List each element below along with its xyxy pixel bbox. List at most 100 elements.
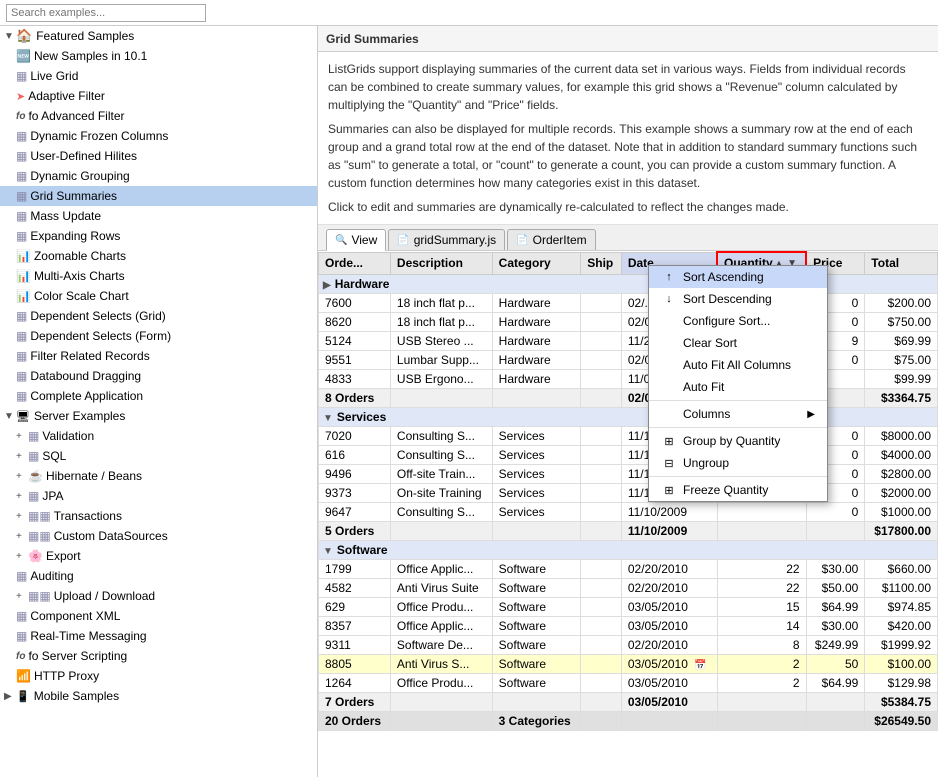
sidebar-item-http-proxy[interactable]: 📶HTTP Proxy <box>0 666 317 686</box>
cell-total[interactable]: $974.85 <box>865 598 938 617</box>
grid-container[interactable]: Orde...DescriptionCategoryShipDateQuanti… <box>318 251 938 777</box>
menu-item-auto-fit-all-columns[interactable]: Auto Fit All Columns <box>649 354 827 376</box>
sidebar-section-featured[interactable]: ▼🏠Featured Samples <box>0 26 317 46</box>
search-input[interactable] <box>6 4 206 22</box>
cell-description[interactable]: Off-site Train... <box>390 465 492 484</box>
menu-item-auto-fit[interactable]: Auto Fit <box>649 376 827 398</box>
sidebar-item-expanding-rows[interactable]: ▦Expanding Rows <box>0 226 317 246</box>
cell-order[interactable]: 9551 <box>319 351 391 370</box>
cell-category[interactable]: Hardware <box>492 370 581 389</box>
cell-total[interactable]: $4000.00 <box>865 446 938 465</box>
cell-date[interactable]: 02/20/2010 <box>621 636 717 655</box>
cell-total[interactable]: $420.00 <box>865 617 938 636</box>
cell-order[interactable]: 629 <box>319 598 391 617</box>
sidebar-item-component-xml[interactable]: ▦Component XML <box>0 606 317 626</box>
sidebar-item-jpa[interactable]: +▦JPA <box>0 486 317 506</box>
sidebar-item-zoomable-charts[interactable]: 📊Zoomable Charts <box>0 246 317 266</box>
sidebar-item-multi-axis-charts[interactable]: 📊Multi-Axis Charts <box>0 266 317 286</box>
menu-item-ungroup[interactable]: ⊟Ungroup <box>649 452 827 474</box>
cell-ship[interactable] <box>581 503 622 522</box>
cell-order[interactable]: 8620 <box>319 313 391 332</box>
cell-ship[interactable] <box>581 427 622 446</box>
cell-total[interactable]: $1999.92 <box>865 636 938 655</box>
cell-total[interactable]: $75.00 <box>865 351 938 370</box>
sidebar-item-real-time-messaging[interactable]: ▦Real-Time Messaging <box>0 626 317 646</box>
menu-item-freeze-quantity[interactable]: ⊞Freeze Quantity <box>649 479 827 501</box>
sidebar-item-fo-server-scripting[interactable]: fofo Server Scripting <box>0 646 317 666</box>
sidebar-item-adaptive-filter[interactable]: ➤Adaptive Filter <box>0 86 317 106</box>
cell-ship[interactable] <box>581 636 622 655</box>
cell-price[interactable]: $249.99 <box>806 636 865 655</box>
sidebar-item-fo-advanced-filter[interactable]: fofo Advanced Filter <box>0 106 317 126</box>
cell-description[interactable]: USB Stereo ... <box>390 332 492 351</box>
sidebar-item-dynamic-frozen-columns[interactable]: ▦Dynamic Frozen Columns <box>0 126 317 146</box>
cell-date[interactable]: 03/05/2010 <box>621 598 717 617</box>
cell-total[interactable]: $99.99 <box>865 370 938 389</box>
cell-order[interactable]: 9311 <box>319 636 391 655</box>
cell-category[interactable]: Software <box>492 655 581 674</box>
cell-quantity[interactable]: 15 <box>717 598 806 617</box>
cell-description[interactable]: 18 inch flat p... <box>390 294 492 313</box>
cell-date[interactable]: 03/05/2010 <box>621 674 717 693</box>
cell-category[interactable]: Services <box>492 446 581 465</box>
sidebar-item-user-defined-hilites[interactable]: ▦User-Defined Hilites <box>0 146 317 166</box>
col-header-description[interactable]: Description <box>390 252 492 274</box>
sidebar-item-live-grid[interactable]: ▦Live Grid <box>0 66 317 86</box>
cell-order[interactable]: 8805 <box>319 655 391 674</box>
cell-ship[interactable] <box>581 465 622 484</box>
cell-description[interactable]: Anti Virus Suite <box>390 579 492 598</box>
sidebar-item-transactions[interactable]: +▦▦Transactions <box>0 506 317 526</box>
cell-description[interactable]: Anti Virus S... <box>390 655 492 674</box>
cell-quantity[interactable]: 22 <box>717 579 806 598</box>
cell-description[interactable]: Office Applic... <box>390 560 492 579</box>
cell-category[interactable]: Services <box>492 427 581 446</box>
cell-ship[interactable] <box>581 674 622 693</box>
group-collapse-services[interactable]: ▼ <box>323 413 333 424</box>
cell-category[interactable]: Software <box>492 617 581 636</box>
cell-order[interactable]: 4833 <box>319 370 391 389</box>
cell-category[interactable]: Services <box>492 503 581 522</box>
tab-View[interactable]: 🔍View <box>326 229 386 251</box>
cell-order[interactable]: 1799 <box>319 560 391 579</box>
cell-order[interactable]: 8357 <box>319 617 391 636</box>
cell-ship[interactable] <box>581 446 622 465</box>
sidebar-item-mass-update[interactable]: ▦Mass Update <box>0 206 317 226</box>
col-header-category[interactable]: Category <box>492 252 581 274</box>
cell-order[interactable]: 9496 <box>319 465 391 484</box>
cell-total[interactable]: $660.00 <box>865 560 938 579</box>
cell-ship[interactable] <box>581 313 622 332</box>
group-collapse-software[interactable]: ▼ <box>323 546 333 557</box>
cell-quantity[interactable]: 14 <box>717 617 806 636</box>
cell-description[interactable]: Consulting S... <box>390 446 492 465</box>
sidebar-item-hibernate-beans[interactable]: +☕Hibernate / Beans <box>0 466 317 486</box>
cell-ship[interactable] <box>581 655 622 674</box>
cell-price[interactable]: 50 <box>806 655 865 674</box>
cell-category[interactable]: Hardware <box>492 294 581 313</box>
cell-description[interactable]: Consulting S... <box>390 503 492 522</box>
sidebar-item-upload-download[interactable]: +▦▦Upload / Download <box>0 586 317 606</box>
cell-ship[interactable] <box>581 351 622 370</box>
sidebar-section-mobile[interactable]: ▶📱Mobile Samples <box>0 686 317 706</box>
cell-order[interactable]: 9373 <box>319 484 391 503</box>
sidebar-item-complete-application[interactable]: ▦Complete Application <box>0 386 317 406</box>
cell-price[interactable]: $64.99 <box>806 598 865 617</box>
cell-order[interactable]: 7020 <box>319 427 391 446</box>
cell-price[interactable]: $30.00 <box>806 617 865 636</box>
col-header-ship[interactable]: Ship <box>581 252 622 274</box>
cell-description[interactable]: Lumbar Supp... <box>390 351 492 370</box>
group-collapse-hardware[interactable]: ▶ <box>323 280 331 291</box>
sidebar-item-dependent-selects-(form)[interactable]: ▦Dependent Selects (Form) <box>0 326 317 346</box>
cell-total[interactable]: $100.00 <box>865 655 938 674</box>
cell-date[interactable]: 03/05/2010 <box>621 617 717 636</box>
sidebar-item-custom-datasources[interactable]: +▦▦Custom DataSources <box>0 526 317 546</box>
cell-order[interactable]: 616 <box>319 446 391 465</box>
cell-total[interactable]: $69.99 <box>865 332 938 351</box>
menu-item-columns[interactable]: Columns▶ <box>649 403 827 425</box>
tab-OrderItem[interactable]: 📄OrderItem <box>507 229 595 250</box>
sidebar-item-validation[interactable]: +▦Validation <box>0 426 317 446</box>
cell-description[interactable]: USB Ergono... <box>390 370 492 389</box>
cell-quantity[interactable] <box>717 503 806 522</box>
sidebar-item-filter-related-records[interactable]: ▦Filter Related Records <box>0 346 317 366</box>
menu-item-sort-ascending[interactable]: ↑Sort Ascending <box>649 266 827 288</box>
cell-ship[interactable] <box>581 598 622 617</box>
